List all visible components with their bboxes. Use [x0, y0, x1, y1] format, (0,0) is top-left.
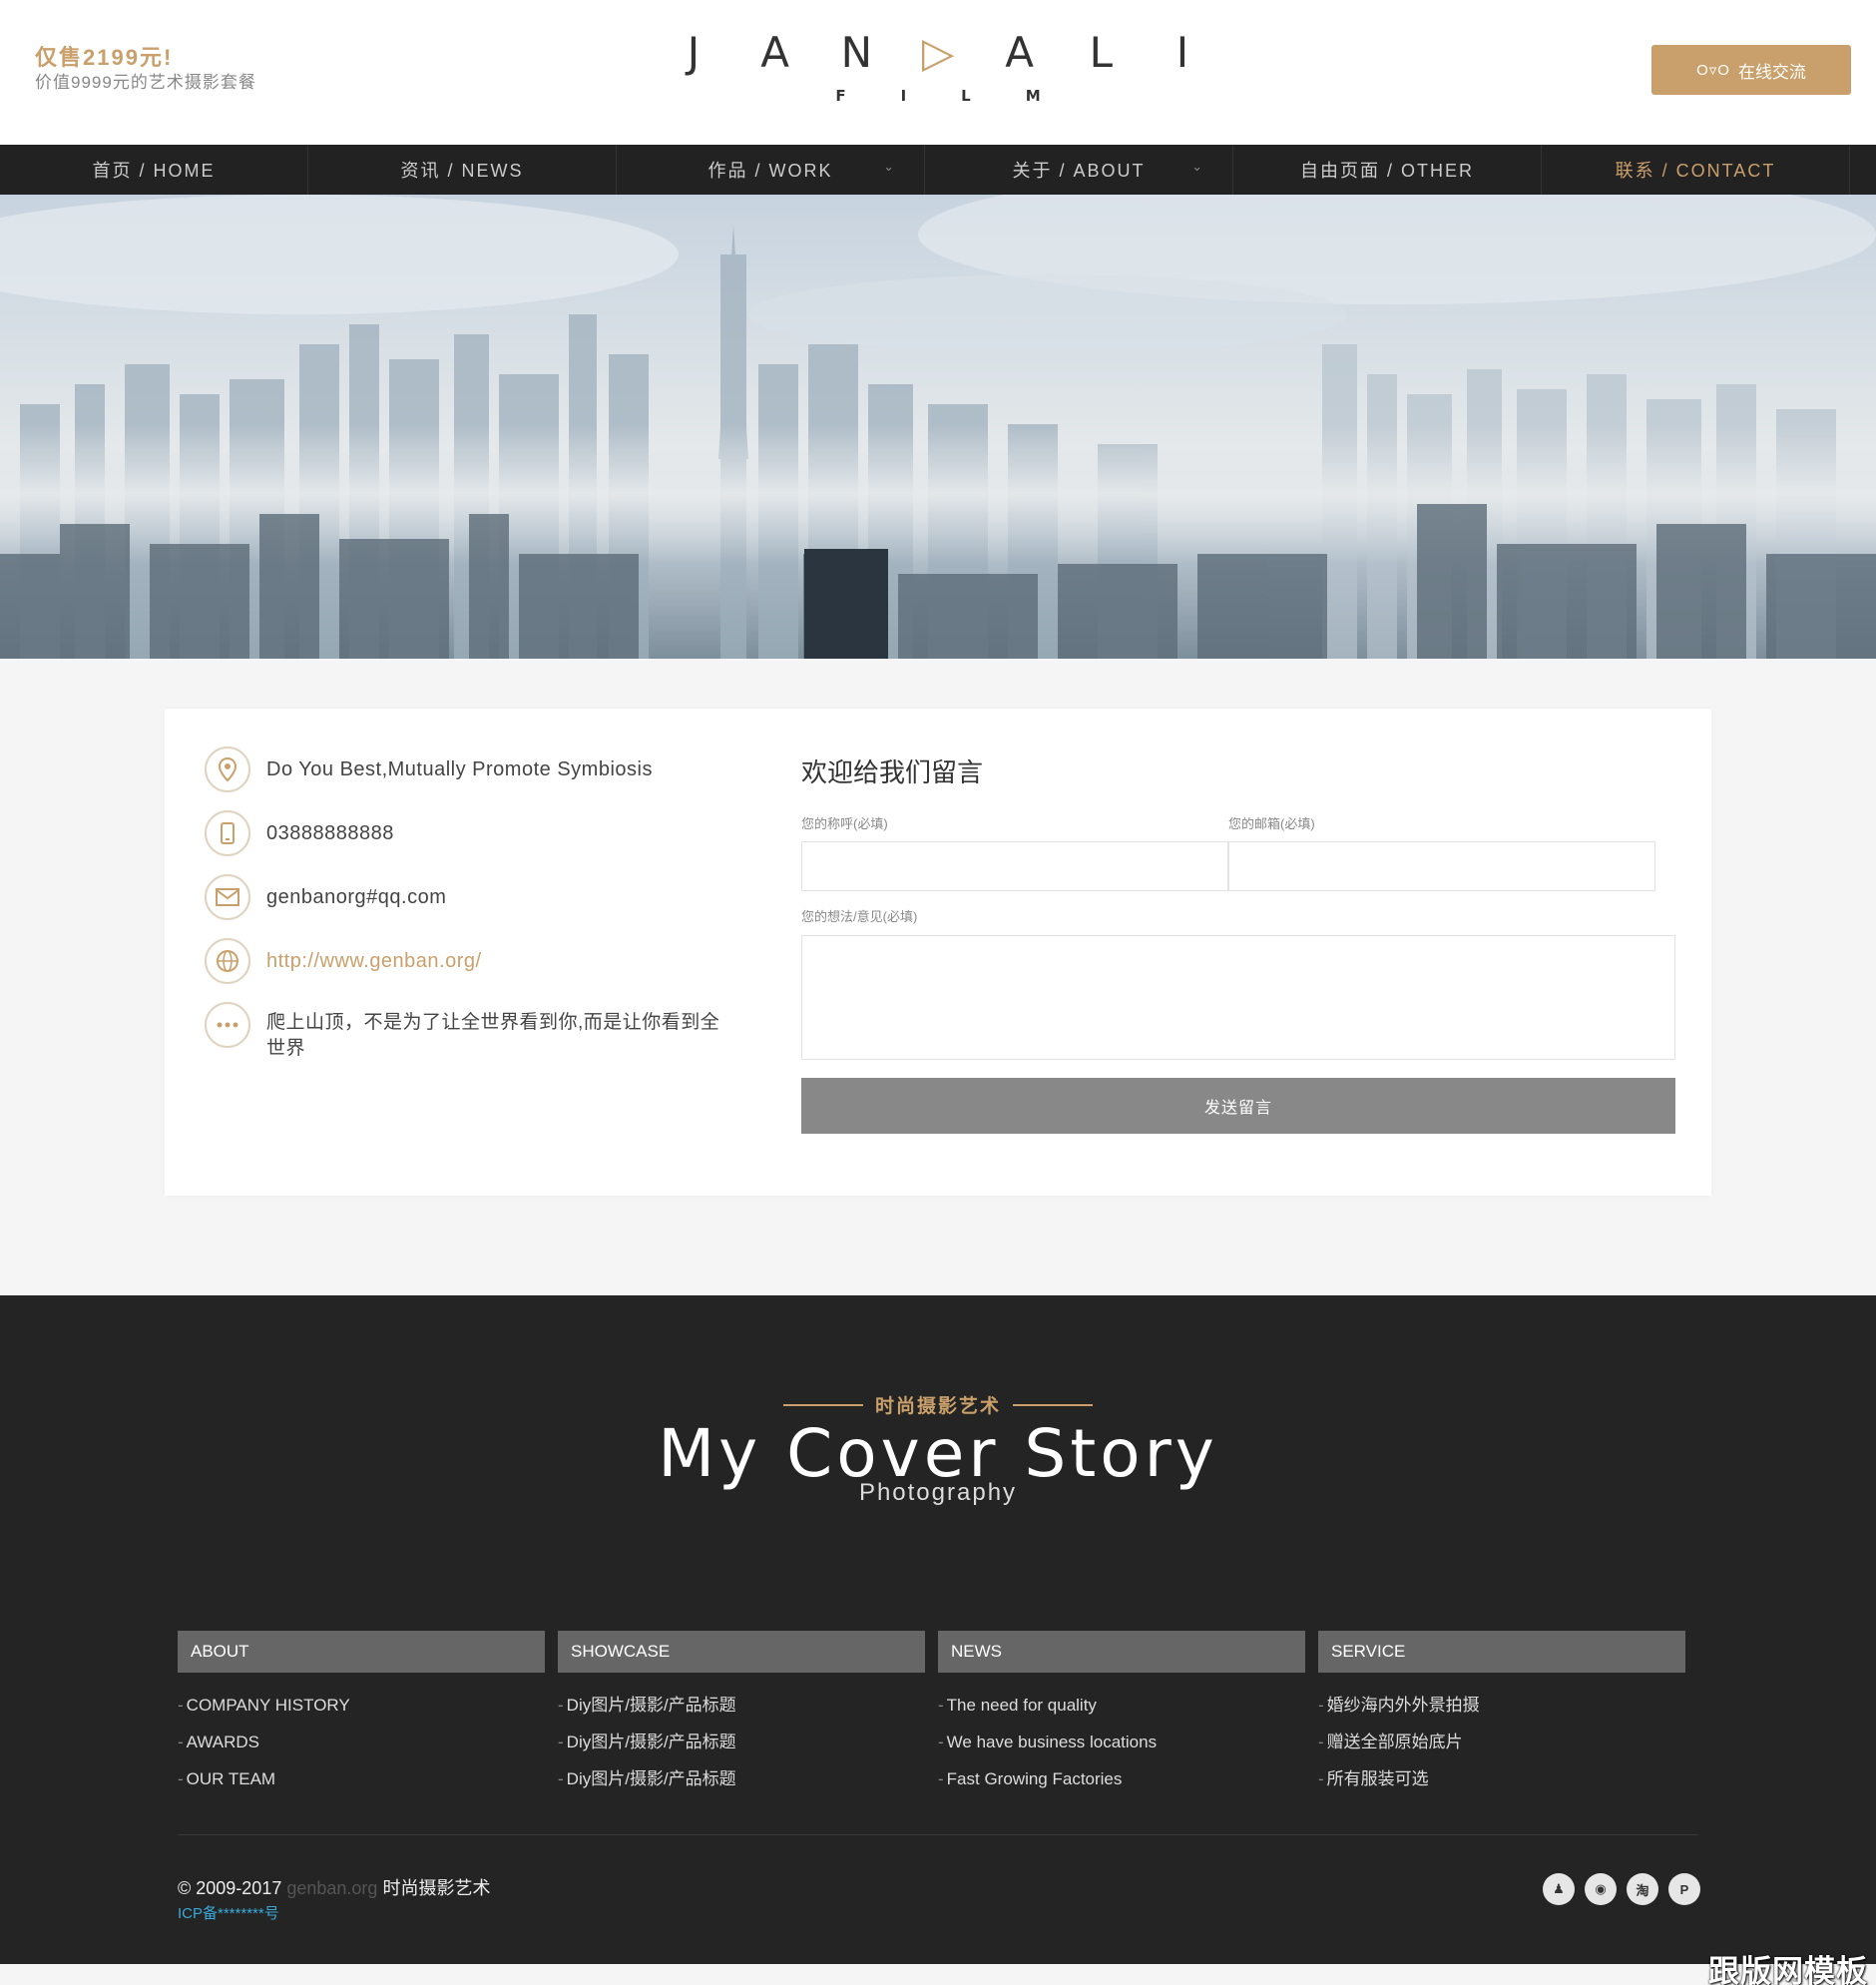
nav-item-contact[interactable]: 联系 / CONTACT [1542, 145, 1850, 195]
email-address: genbanorg#qq.com [266, 886, 447, 908]
slogan-row: Do You Best,Mutually Promote Symbiosis [205, 746, 653, 792]
nav-label: 首页 / HOME [92, 161, 216, 181]
chevron-down-icon: ⌄ [883, 159, 896, 174]
site-logo[interactable]: J A N ▷ A L I F I L M [659, 28, 1217, 118]
watermark-text: 跟版网模板 [1708, 1954, 1868, 1985]
logo-wordmark: J A N ▷ A L I [659, 28, 1217, 77]
logo-letter: J [687, 28, 701, 77]
site-footer: 时尚摄影艺术 My Cover Story Photography ABOUT … [0, 1295, 1876, 1964]
globe-icon [205, 938, 250, 984]
footer-link[interactable]: - Diy图片/摄影/产品标题 [558, 1760, 925, 1797]
more-dots-icon [205, 1002, 250, 1048]
logo-sub-letter: I [900, 87, 907, 105]
email-field[interactable] [1228, 841, 1655, 891]
footer-column-about: ABOUT - COMPANY HISTORY - AWARDS - OUR TEAM [178, 1631, 545, 1797]
footer-column-service: SERVICE - 婚纱海内外外景拍摄 - 赠送全部原始底片 - 所有服装可选 [1318, 1631, 1685, 1797]
footer-link[interactable]: - AWARDS [178, 1724, 545, 1760]
phone-icon [205, 810, 250, 856]
footer-link[interactable]: - Diy图片/摄影/产品标题 [558, 1724, 925, 1760]
nav-item-news[interactable]: 资讯 / NEWS [308, 145, 617, 195]
footer-link[interactable]: - 赠送全部原始底片 [1318, 1724, 1685, 1760]
logo-sub-letter: L [961, 87, 971, 105]
phone-number: 03888888888 [266, 822, 394, 844]
city-skyline-illustration [0, 195, 1876, 659]
footer-link[interactable]: - Fast Growing Factories [938, 1760, 1305, 1797]
logo-letter: A [760, 28, 790, 77]
motto-row: 爬上山顶，不是为了让全世界看到你,而是让你看到全世界 [205, 1002, 725, 1062]
footer-brand-cn: 时尚摄影艺术 [874, 1396, 1001, 1417]
promo-title: 仅售2199元! [35, 45, 174, 70]
email-row: genbanorg#qq.com [205, 874, 446, 920]
footer-column-title: SHOWCASE [558, 1631, 925, 1673]
weibo-icon[interactable]: ◉ [1585, 1873, 1617, 1905]
nav-item-about[interactable]: 关于 / ABOUT ⌄ [925, 145, 1233, 195]
divider-line [782, 1403, 863, 1406]
nav-label: 联系 / CONTACT [1615, 161, 1776, 181]
copyright-site-link[interactable]: genban.org [286, 1878, 377, 1898]
copyright-text: © 2009-2017 genban.org 时尚摄影艺术 [178, 1878, 491, 1898]
logo-subword: F I L M [659, 87, 1217, 105]
footer-link[interactable]: - Diy图片/摄影/产品标题 [558, 1687, 925, 1724]
footer-brand-subtitle: Photography [858, 1479, 1018, 1506]
qq-icon[interactable]: ♟ [1543, 1873, 1575, 1905]
icp-link[interactable]: ICP备********号 [178, 1902, 279, 1923]
footer-link[interactable]: - COMPANY HISTORY [178, 1687, 545, 1724]
pinterest-icon[interactable]: P [1668, 1873, 1700, 1905]
footer-logo-tagline: 时尚摄影艺术 [0, 1391, 1876, 1418]
logo-letter: N [840, 28, 873, 77]
logo-play-icon: ▷ [921, 28, 955, 77]
chat-button-label: 在线交流 [1737, 62, 1806, 82]
message-textarea[interactable] [801, 935, 1675, 1060]
nav-item-work[interactable]: 作品 / WORK ⌄ [617, 145, 925, 195]
footer-link[interactable]: - OUR TEAM [178, 1760, 545, 1797]
nav-item-home[interactable]: 首页 / HOME [0, 145, 308, 195]
qq-icon: O▿O [1696, 62, 1730, 79]
nav-item-other[interactable]: 自由页面 / OTHER [1233, 145, 1542, 195]
motto-text: 爬上山顶，不是为了让全世界看到你,而是让你看到全世界 [266, 1012, 720, 1059]
location-pin-icon [205, 746, 250, 792]
name-label: 您的称呼(必填) [801, 816, 888, 831]
social-links: ♟ ◉ 淘 P [1543, 1873, 1700, 1905]
logo-sub-letter: M [1025, 87, 1041, 105]
envelope-icon [205, 874, 250, 920]
email-label: 您的邮箱(必填) [1228, 816, 1315, 831]
logo-letter: I [1175, 28, 1189, 77]
chevron-down-icon: ⌄ [1191, 159, 1204, 174]
main-nav: 首页 / HOME 资讯 / NEWS 作品 / WORK ⌄ 关于 / ABOU… [0, 145, 1876, 195]
footer-column-news: NEWS - The need for quality - We have busi… [938, 1631, 1305, 1797]
nav-label: 作品 / WORK [707, 161, 833, 181]
online-chat-button[interactable]: O▿O 在线交流 [1651, 45, 1851, 95]
site-header: 仅售2199元! 价值9999元的艺术摄影套餐 J A N ▷ A L I F … [0, 0, 1876, 145]
promo-banner[interactable]: 仅售2199元! 价值9999元的艺术摄影套餐 [35, 44, 256, 94]
divider-line [1013, 1403, 1093, 1406]
nav-label: 资讯 / NEWS [400, 161, 524, 181]
website-link[interactable]: http://www.genban.org/ [266, 938, 482, 974]
footer-divider [178, 1834, 1698, 1835]
footer-link[interactable]: - We have business locations [938, 1724, 1305, 1760]
footer-column-title: ABOUT [178, 1631, 545, 1673]
hero-banner-image [0, 195, 1876, 659]
form-title: 欢迎给我们留言 [801, 757, 984, 787]
message-label: 您的想法/意见(必填) [801, 909, 918, 924]
footer-link[interactable]: - 所有服装可选 [1318, 1760, 1685, 1797]
nav-label: 关于 / ABOUT [1012, 161, 1146, 181]
footer-link[interactable]: - The need for quality [938, 1687, 1305, 1724]
name-field[interactable] [801, 841, 1228, 891]
company-slogan: Do You Best,Mutually Promote Symbiosis [266, 758, 653, 780]
website-row: http://www.genban.org/ [205, 938, 482, 984]
send-message-button[interactable]: 发送留言 [801, 1078, 1675, 1134]
contact-section: Do You Best,Mutually Promote Symbiosis 0… [165, 709, 1711, 1196]
taobao-icon[interactable]: 淘 [1627, 1873, 1658, 1905]
promo-subtitle: 价值9999元的艺术摄影套餐 [35, 73, 256, 92]
logo-letter: L [1089, 28, 1113, 77]
logo-sub-letter: F [835, 87, 846, 105]
logo-letter: A [1005, 28, 1034, 77]
footer-link[interactable]: - 婚纱海内外外景拍摄 [1318, 1687, 1685, 1724]
nav-label: 自由页面 / OTHER [1299, 161, 1474, 181]
footer-column-title: NEWS [938, 1631, 1305, 1673]
phone-row: 03888888888 [205, 810, 394, 856]
footer-column-title: SERVICE [1318, 1631, 1685, 1673]
footer-column-showcase: SHOWCASE - Diy图片/摄影/产品标题 - Diy图片/摄影/产品标题 -… [558, 1631, 925, 1797]
